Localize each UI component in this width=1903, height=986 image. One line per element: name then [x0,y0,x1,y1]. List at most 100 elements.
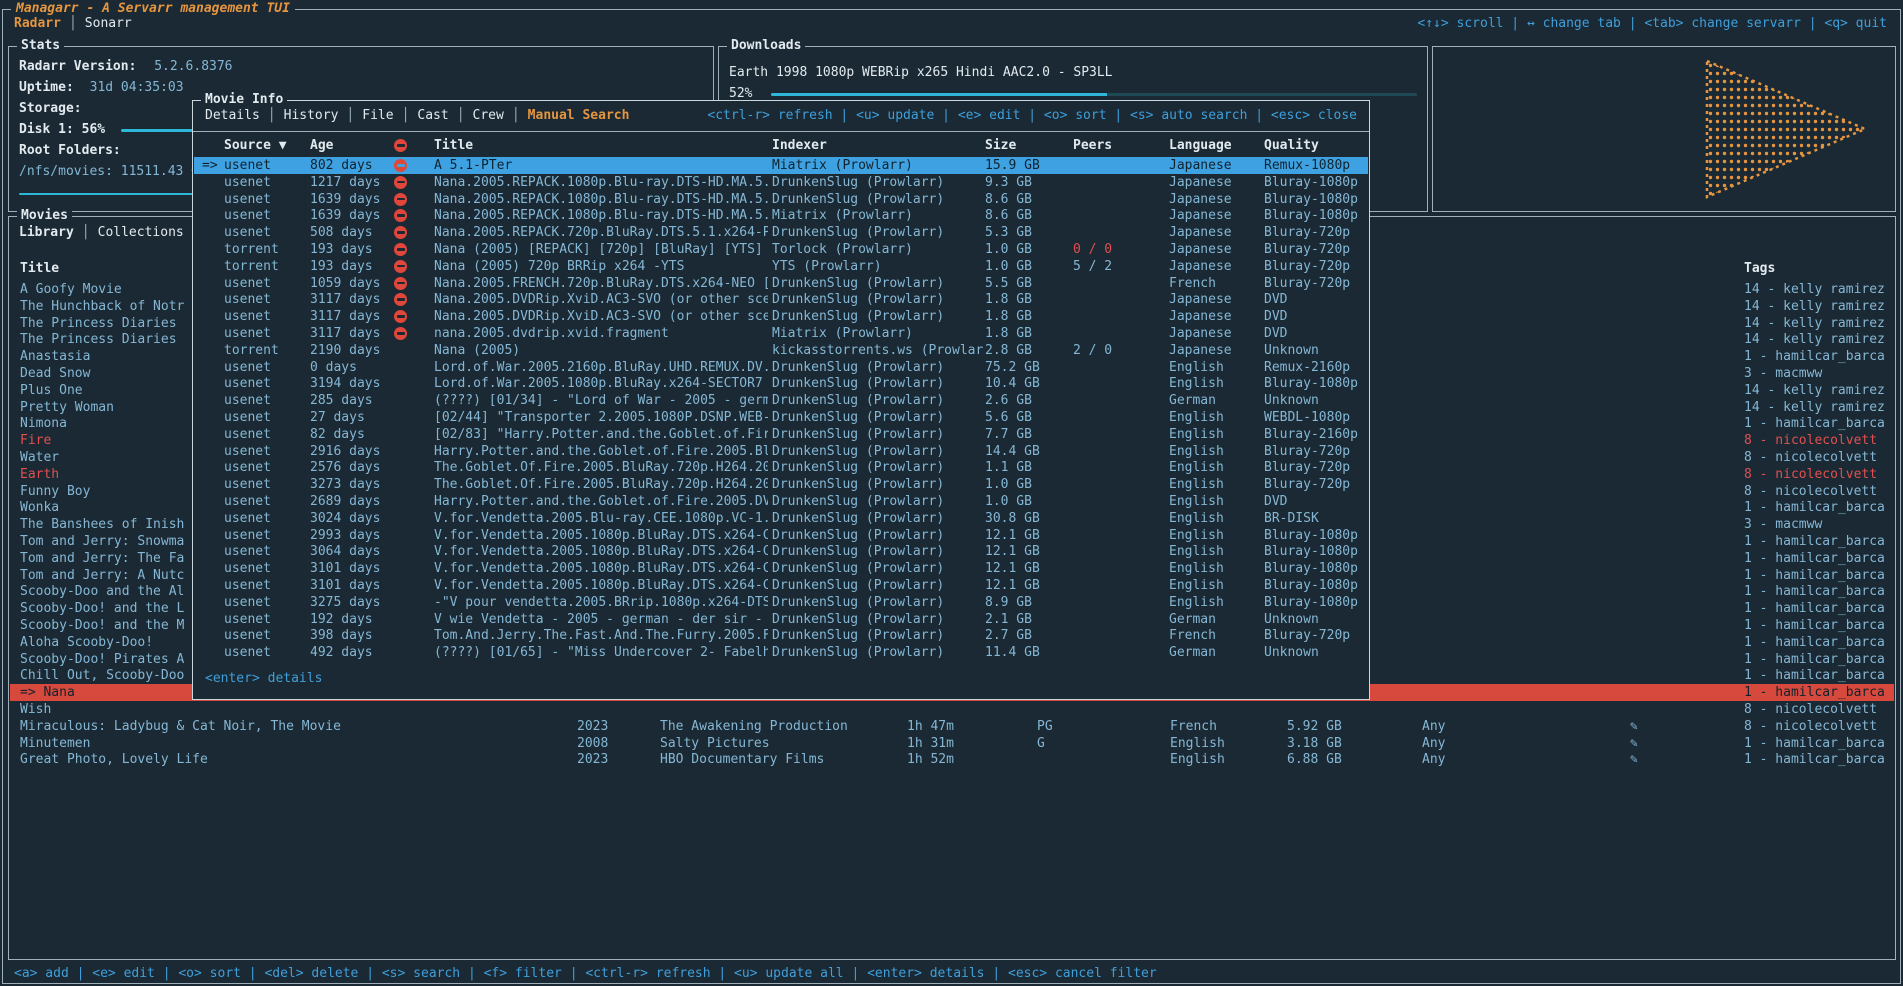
movie-tags: 3 - macmww [1744,516,1896,533]
release-peers: 2 / 0 [1073,342,1167,359]
tab-history[interactable]: History [284,108,339,123]
source-header[interactable]: Source ▼ [224,137,308,154]
movie-quality-profile [1422,634,1602,651]
movie-row[interactable]: Minutemen2008Salty Pictures1h 31mGEnglis… [10,735,1894,752]
release-row[interactable]: usenet3117 daysNana.2005.DVDRip.XviD.AC3… [194,291,1368,308]
tab-divider [193,131,1369,132]
release-row[interactable]: usenet1059 daysNana.2005.FRENCH.720p.Blu… [194,275,1368,292]
release-row[interactable]: usenet3194 daysLord.of.War.2005.1080p.Bl… [194,375,1368,392]
release-size: 1.0 GB [985,241,1071,258]
quality-header[interactable]: Quality [1264,137,1368,154]
release-language: Japanese [1169,291,1262,308]
release-age: 3117 days [310,308,392,325]
movie-row[interactable]: Wish8 - nicolecolvett [10,701,1894,718]
release-indexer: YTS (Prowlarr) [772,258,983,275]
release-size: 1.1 GB [985,459,1071,476]
tab-separator: │ [346,108,354,123]
movie-runtime: 1h 52m [907,751,1029,768]
release-peers [1073,359,1167,376]
release-language: English [1169,577,1262,594]
movie-tags: 14 - kelly ramirez [1744,298,1896,315]
movie-title: Miraculous: Ladybug & Cat Noir, The Movi… [20,718,568,735]
release-row[interactable]: usenet2576 daysThe.Goblet.Of.Fire.2005.B… [194,459,1368,476]
tab-details[interactable]: Details [205,108,260,123]
release-row[interactable]: usenet2689 daysHarry.Potter.and.the.Gobl… [194,493,1368,510]
movie-quality-profile [1422,298,1602,315]
release-row[interactable]: usenet3101 daysV.for.Vendetta.2005.1080p… [194,577,1368,594]
release-title: Nana (2005) [REPACK] [720p] [BluRay] [YT… [434,241,768,258]
movie-rating: G [1037,735,1159,752]
movie-quality-profile [1422,583,1602,600]
peers-header[interactable]: Peers [1073,137,1167,154]
release-quality: Bluray-1080p [1264,527,1368,544]
movie-quality-profile [1422,516,1602,533]
release-row[interactable]: usenet3101 daysV.for.Vendetta.2005.1080p… [194,560,1368,577]
release-row[interactable]: =>usenet802 daysA 5.1-PTerMiatrix (Prowl… [194,157,1368,174]
logo-panel [1432,46,1896,212]
movie-tags: 8 - nicolecolvett [1744,701,1896,718]
tab-cast[interactable]: Cast [417,108,448,123]
release-language: English [1169,527,1262,544]
release-quality: Bluray-1080p [1264,375,1368,392]
release-row[interactable]: usenet3024 daysV.for.Vendetta.2005.Blu-r… [194,510,1368,527]
tab-crew[interactable]: Crew [473,108,504,123]
release-row[interactable]: usenet1639 daysNana.2005.REPACK.1080p.Bl… [194,207,1368,224]
release-quality: DVD [1264,291,1368,308]
release-row[interactable]: usenet1217 daysNana.2005.REPACK.1080p.Bl… [194,174,1368,191]
release-row[interactable]: usenet3117 daysNana.2005.DVDRip.XviD.AC3… [194,308,1368,325]
tab-collections[interactable]: Collections [98,225,184,240]
release-source: usenet [224,644,308,661]
release-row[interactable]: usenet3064 daysV.for.Vendetta.2005.1080p… [194,543,1368,560]
release-indexer: Miatrix (Prowlarr) [772,325,983,342]
tab-radarr[interactable]: Radarr [14,16,61,31]
release-peers [1073,157,1167,174]
movie-row[interactable]: Miraculous: Ladybug & Cat Noir, The Movi… [10,718,1894,735]
download-progress-gauge [771,93,1417,96]
release-title: V.for.Vendetta.2005.1080p.BluRay.DTS.x26… [434,543,768,560]
release-title: Nana.2005.FRENCH.720p.BluRay.DTS.x264-NE… [434,275,768,292]
release-row[interactable]: usenet0 daysLord.of.War.2005.2160p.BluRa… [194,359,1368,376]
no-entry-icon [394,243,407,256]
movie-tags: 1 - hamilcar_barca [1744,583,1896,600]
release-indexer: kickasstorrents.ws (Prowlarr [772,342,983,359]
release-row[interactable]: usenet285 days(????) [01/34] - "Lord of … [194,392,1368,409]
movie-title: Minutemen [20,735,568,752]
movie-tags: 3 - macmww [1744,365,1896,382]
release-row[interactable]: usenet82 days[02/83] "Harry.Potter.and.t… [194,426,1368,443]
release-row[interactable]: usenet3273 daysThe.Goblet.Of.Fire.2005.B… [194,476,1368,493]
size-header[interactable]: Size [985,137,1071,154]
release-row[interactable]: usenet192 daysV wie Vendetta - 2005 - ge… [194,611,1368,628]
release-language: Japanese [1169,342,1262,359]
movie-tags: 1 - hamilcar_barca [1744,684,1896,701]
release-row[interactable]: usenet2993 daysV.for.Vendetta.2005.1080p… [194,527,1368,544]
release-row[interactable]: usenet1639 daysNana.2005.REPACK.1080p.Bl… [194,191,1368,208]
release-row[interactable]: torrent2190 daysNana (2005)kickasstorren… [194,342,1368,359]
release-row[interactable]: usenet508 daysNana.2005.REPACK.720p.BluR… [194,224,1368,241]
title-header[interactable]: Title [434,137,768,154]
language-header[interactable]: Language [1169,137,1262,154]
tab-library[interactable]: Library [19,225,74,240]
movie-tags: 1 - hamilcar_barca [1744,651,1896,668]
release-row[interactable]: usenet3117 daysnana.2005.dvdrip.xvid.fra… [194,325,1368,342]
selection-marker: => [202,157,224,174]
top-keybinds: <↑↓> scroll | ↔ change tab | <tab> chang… [1417,16,1887,31]
release-row[interactable]: usenet27 days[02/44] "Transporter 2.2005… [194,409,1368,426]
release-title: (????) [01/65] - "Miss Undercover 2- Fab… [434,644,768,661]
release-row[interactable]: torrent193 daysNana (2005) [REPACK] [720… [194,241,1368,258]
release-quality: Bluray-1080p [1264,174,1368,191]
tab-manual-search[interactable]: Manual Search [528,108,630,123]
release-title: Lord.of.War.2005.2160p.BluRay.UHD.REMUX.… [434,359,768,376]
release-row[interactable]: usenet398 daysTom.And.Jerry.The.Fast.And… [194,627,1368,644]
release-peers: 5 / 2 [1073,258,1167,275]
tab-sonarr[interactable]: Sonarr [85,16,132,31]
age-header[interactable]: Age [310,137,392,154]
release-row[interactable]: usenet3275 days-"V pour vendetta.2005.BR… [194,594,1368,611]
movie-quality-profile [1422,315,1602,332]
movie-size: 6.88 GB [1287,751,1412,768]
indexer-header[interactable]: Indexer [772,137,983,154]
release-row[interactable]: usenet2916 daysHarry.Potter.and.the.Gobl… [194,443,1368,460]
tab-file[interactable]: File [362,108,393,123]
release-row[interactable]: torrent193 daysNana (2005) 720p BRRip x2… [194,258,1368,275]
release-row[interactable]: usenet492 days(????) [01/65] - "Miss Und… [194,644,1368,661]
movie-row[interactable]: Great Photo, Lovely Life2023HBO Document… [10,751,1894,768]
